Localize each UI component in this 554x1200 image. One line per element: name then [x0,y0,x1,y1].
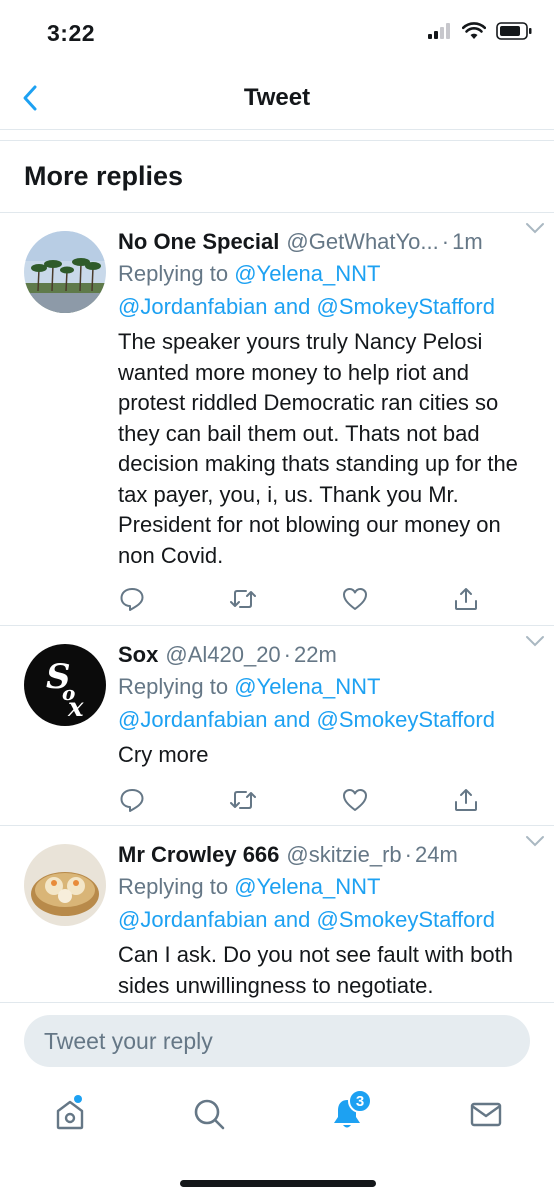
status-bar: 3:22 [0,0,554,66]
mention-conjunction: and [273,907,311,932]
reply-tweet[interactable]: No One Special @GetWhatYo... · 1m Replyi… [0,213,554,626]
reply-tweet[interactable]: Mr Crowley 666 @skitzie_rb · 24m Replyin… [0,826,554,1002]
replies-feed[interactable]: No One Special @GetWhatYo... · 1m Replyi… [0,213,554,1002]
user-handle[interactable]: @skitzie_rb [286,840,401,870]
separator-dot: · [441,229,450,254]
tweet-reply-input[interactable] [24,1015,530,1067]
svg-text:x: x [67,693,84,723]
timestamp: 22m [294,642,337,667]
retweet-button[interactable] [229,786,257,814]
cellular-signal-icon [428,23,450,39]
tweet-text: Can I ask. Do you not see fault with bot… [118,942,514,998]
reply-button[interactable] [118,786,146,814]
user-handle[interactable]: @GetWhatYo... [286,227,438,257]
heart-icon [342,588,367,610]
reply-composer [0,1002,554,1072]
tweet-body: Mr Crowley 666 @skitzie_rb · 24m Replyin… [118,840,538,1001]
tweet-header: Sox @Al420_20 · 22m [118,640,538,670]
new-content-dot [74,1095,82,1103]
replying-prefix: Replying to [118,261,229,286]
avatar[interactable] [24,231,106,313]
search-icon [194,1099,225,1130]
section-title: More replies [24,161,184,191]
mention-link[interactable]: @Jordanfabian [118,907,268,932]
mention-link[interactable]: @Jordanfabian [118,294,268,319]
more-options-button[interactable] [524,834,546,853]
wifi-icon [462,22,486,39]
mention-link[interactable]: @Yelena_NNT [234,874,380,899]
palm-trees-avatar-image [24,231,106,313]
mention-conjunction: and [273,294,311,319]
reply-icon [120,588,144,611]
home-icon [56,1100,84,1130]
share-button[interactable] [452,786,480,814]
separator-dot: · [283,642,291,667]
replying-to: Replying to @Yelena_NNT [118,870,538,903]
avatar[interactable] [24,844,106,926]
replying-to-continued: @Jordanfabian and @SmokeyStafford [118,290,538,323]
reply-button[interactable] [118,585,146,613]
status-icons [428,22,532,40]
mention-link[interactable]: @Yelena_NNT [234,261,380,286]
tweet-header: Mr Crowley 666 @skitzie_rb · 24m [118,840,538,870]
status-time: 3:22 [47,20,96,46]
tab-messages[interactable] [466,1094,506,1134]
replying-to: Replying to @Yelena_NNT [118,257,538,290]
tweet-header: No One Special @GetWhatYo... · 1m [118,227,538,257]
timestamp: 24m [415,842,458,867]
replying-to-continued: @Jordanfabian and @SmokeyStafford [118,903,538,936]
more-options-button[interactable] [524,634,546,653]
tweet-body: Sox @Al420_20 · 22m Replying to @Yelena_… [118,640,538,771]
tweet-body: No One Special @GetWhatYo... · 1m Replyi… [118,227,538,571]
mention-link[interactable]: @SmokeyStafford [317,707,495,732]
user-handle[interactable]: @Al420_20 [165,640,280,670]
separator-dot: · [404,842,412,867]
nav-bar: Tweet [0,66,554,130]
dim-sum-avatar-image [24,844,106,926]
reply-tweet[interactable]: S o x Sox @Al420_20 · 22m Replying to @Y… [0,626,554,826]
tab-notifications[interactable]: 3 [327,1089,372,1134]
retweet-button[interactable] [229,585,257,613]
mention-link[interactable]: @Jordanfabian [118,707,268,732]
display-name[interactable]: Sox [118,640,158,670]
display-name[interactable]: No One Special [118,227,279,257]
retweet-icon [230,590,257,608]
tab-home[interactable] [50,1094,90,1134]
reply-icon [120,789,144,812]
share-icon [454,588,477,610]
home-indicator[interactable] [180,1180,376,1187]
tab-search[interactable] [189,1094,229,1134]
chevron-down-icon [526,636,544,647]
retweet-icon [230,791,257,809]
replying-prefix: Replying to [118,674,229,699]
like-button[interactable] [341,585,369,613]
tweet-text: Cry more [118,742,209,767]
replying-prefix: Replying to [118,874,229,899]
battery-icon [496,22,532,40]
tweet-actions [118,585,480,613]
mention-link[interactable]: @SmokeyStafford [317,294,495,319]
mention-link[interactable]: @SmokeyStafford [317,907,495,932]
display-name[interactable]: Mr Crowley 666 [118,840,279,870]
section-header: More replies [0,141,554,213]
page-title: Tweet [243,84,311,111]
chevron-down-icon [526,836,544,847]
mention-link[interactable]: @Yelena_NNT [234,674,380,699]
tweet-actions [118,786,480,814]
notification-badge: 3 [348,1089,372,1113]
envelope-icon [470,1102,502,1127]
share-button[interactable] [452,585,480,613]
white-sox-logo-avatar-image: S o x [24,644,106,726]
chevron-down-icon [526,223,544,234]
avatar[interactable]: S o x [24,644,106,726]
share-icon [454,789,477,811]
more-options-button[interactable] [524,221,546,240]
mention-conjunction: and [273,707,311,732]
replying-to-continued: @Jordanfabian and @SmokeyStafford [118,703,538,736]
timestamp: 1m [452,229,483,254]
heart-icon [342,789,367,811]
tweet-text: The speaker yours truly Nancy Pelosi wan… [118,329,518,568]
like-button[interactable] [341,786,369,814]
replying-to: Replying to @Yelena_NNT [118,670,538,703]
